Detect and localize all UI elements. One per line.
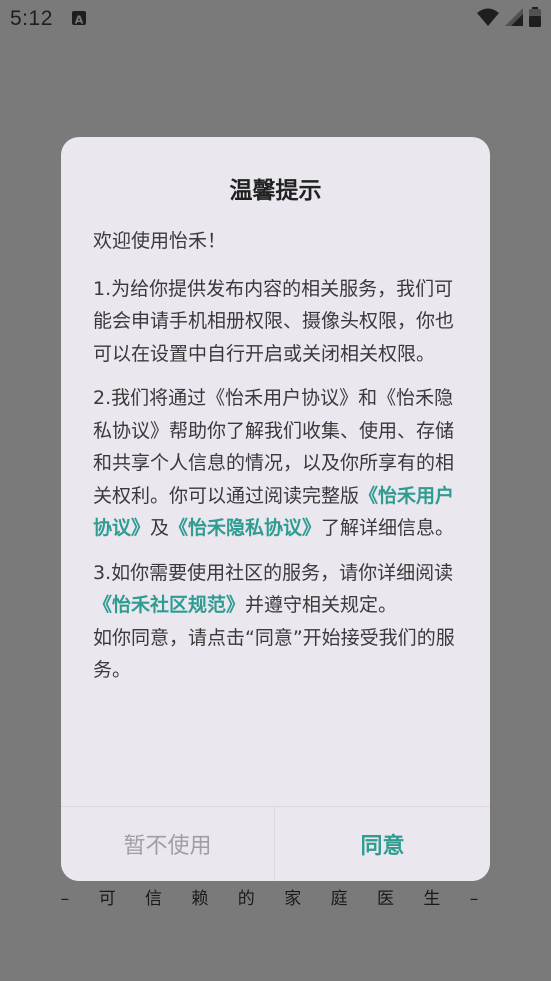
agreement-and-text: 及	[150, 517, 170, 539]
battery-icon	[529, 7, 541, 31]
status-bar: 5:12 A	[0, 0, 551, 38]
dialog-title: 温馨提示	[229, 178, 322, 204]
decline-button[interactable]: 暂不使用	[61, 807, 274, 881]
community-end-text: 并遵守相关规定。	[245, 594, 398, 616]
wifi-icon	[477, 8, 499, 30]
cellular-signal-icon	[505, 8, 523, 30]
status-icons	[477, 7, 541, 31]
dialog-body: 欢迎使用怡禾！ 1.为给你提供发布内容的相关服务，我们可能会申请手机相册权限、摄…	[93, 225, 465, 687]
background-tagline: – 可 信 赖 的 家 庭 医 生 –	[60, 889, 491, 909]
welcome-text: 欢迎使用怡禾！	[93, 230, 227, 252]
status-time: 5:12	[10, 7, 53, 30]
community-paragraph: 3.如你需要使用社区的服务，请你详细阅读《怡禾社区规范》并遵守相关规定。	[93, 557, 465, 622]
agreement-end-text: 了解详细信息。	[321, 517, 455, 539]
svg-text:A: A	[75, 14, 84, 27]
permission-paragraph: 1.为给你提供发布内容的相关服务，我们可能会申请手机相册权限、摄像头权限，你也可…	[93, 277, 455, 365]
notification-a-icon: A	[72, 11, 86, 27]
privacy-agreement-link[interactable]: 《怡禾隐私协议》	[169, 517, 321, 539]
privacy-dialog: 温馨提示 欢迎使用怡禾！ 1.为给你提供发布内容的相关服务，我们可能会申请手机相…	[61, 137, 490, 881]
agree-button[interactable]: 同意	[275, 807, 490, 881]
community-rules-link[interactable]: 《怡禾社区规范》	[93, 594, 245, 616]
agreement-paragraph: 2.我们将通过《怡禾用户协议》和《怡禾隐私协议》帮助你了解我们收集、使用、存储和…	[93, 382, 465, 545]
consent-paragraph: 如你同意，请点击“同意”开始接受我们的服务。	[93, 626, 455, 682]
community-text: 3.如你需要使用社区的服务，请你详细阅读	[93, 561, 454, 584]
